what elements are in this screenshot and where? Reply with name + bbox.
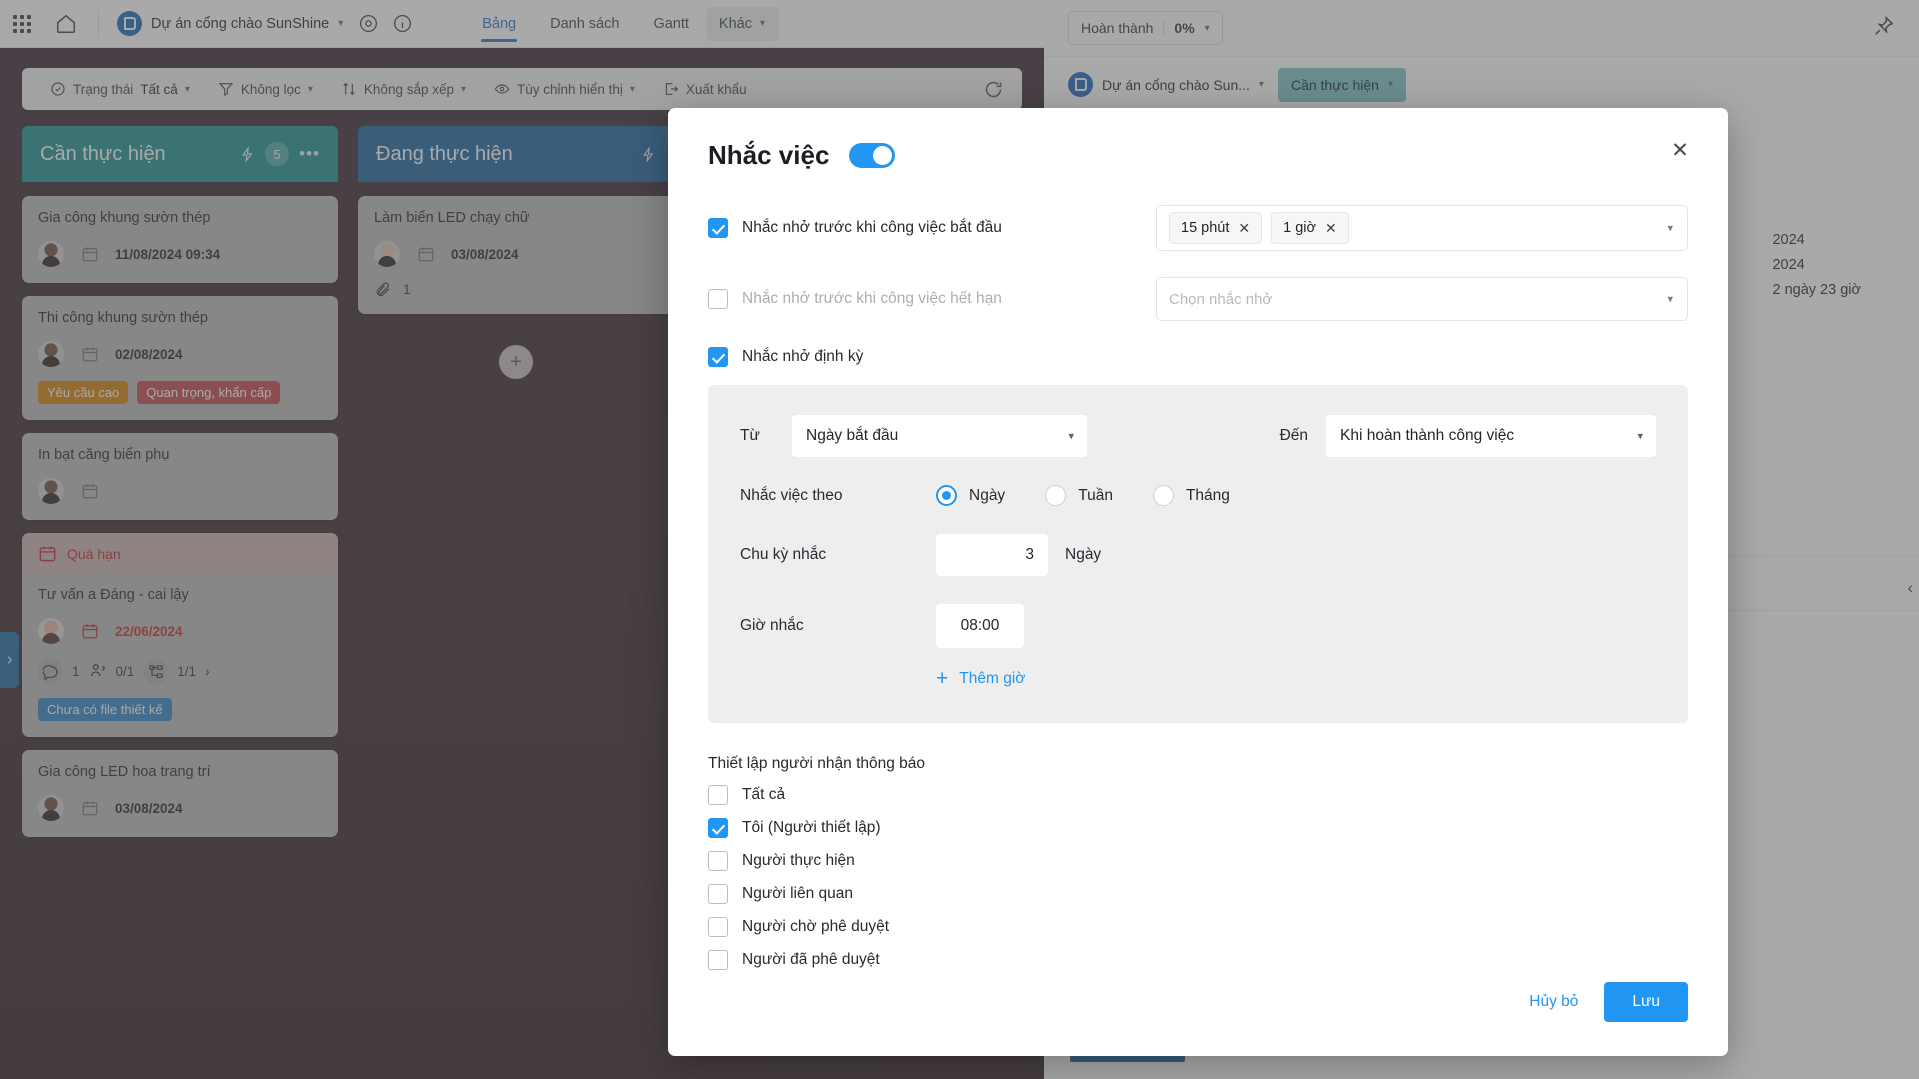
reminder-chip[interactable]: 1 giờ ✕ (1271, 212, 1349, 244)
recurring-reminder-label: Nhắc nhở định kỳ (742, 348, 864, 365)
radio-button[interactable] (1152, 485, 1174, 506)
recipient-option-related[interactable]: Người liên quan (708, 884, 1688, 904)
chevron-down-icon: ▾ (1068, 430, 1074, 443)
radio-label: Tháng (1185, 486, 1230, 504)
screen: Dự án cổng chào SunShine ▾ Bảng Danh sác… (0, 0, 1919, 1079)
reminder-before-due-toggle[interactable]: Nhắc nhở trước khi công việc hết hạn (708, 289, 1108, 309)
reminder-time-row: Giờ nhắc (740, 604, 1656, 648)
recipient-label: Tất cả (742, 786, 786, 803)
save-button[interactable]: Lưu (1604, 982, 1688, 1022)
reminder-chip-label: 1 giờ (1283, 220, 1317, 236)
reminder-before-start-toggle[interactable]: Nhắc nhở trước khi công việc bắt đầu (708, 218, 1108, 238)
reminder-modal: Nhắc việc ✕ Nhắc nhở trước khi công việc… (668, 108, 1728, 1056)
recurrence-range-row: Từ Ngày bắt đầu ▾ Đến Khi hoàn thành côn… (740, 415, 1656, 457)
checkbox[interactable] (708, 884, 728, 904)
recipient-label: Người thực hiện (742, 852, 855, 869)
close-icon[interactable]: ✕ (1666, 136, 1694, 164)
repeat-unit-row: Nhắc việc theo Ngày Tuần Tháng (740, 485, 1656, 506)
cycle-row: Chu kỳ nhắc Ngày (740, 534, 1656, 576)
recipient-label: Người liên quan (742, 885, 854, 902)
reminder-before-due-select[interactable]: Chọn nhắc nhở ▾ (1156, 277, 1688, 321)
modal-header: Nhắc việc ✕ (668, 108, 1728, 171)
recipient-option-approved[interactable]: Người đã phê duyệt (708, 950, 1688, 970)
modal-footer: Hủy bỏ Lưu (668, 982, 1728, 1056)
checkbox[interactable] (708, 917, 728, 937)
reminder-before-due-row: Nhắc nhở trước khi công việc hết hạn Chọ… (708, 277, 1688, 321)
add-time-label: Thêm giờ (959, 669, 1026, 687)
cycle-unit-label: Ngày (1065, 546, 1102, 563)
recipients-list: Tất cả Tôi (Người thiết lập) Người thực … (708, 785, 1688, 970)
modal-title: Nhắc việc (708, 140, 830, 170)
modal-body: Nhắc nhở trước khi công việc bắt đầu 15 … (668, 171, 1728, 982)
radio-option-week[interactable]: Tuần (1045, 485, 1113, 506)
checkbox[interactable] (708, 218, 728, 238)
repeat-by-label: Nhắc việc theo (740, 486, 843, 504)
checkbox[interactable] (708, 785, 728, 805)
time-label: Giờ nhắc (740, 617, 804, 634)
remove-chip-icon[interactable]: ✕ (1238, 220, 1250, 237)
recipient-label: Người đã phê duyệt (742, 951, 880, 968)
recurring-settings-panel: Từ Ngày bắt đầu ▾ Đến Khi hoàn thành côn… (708, 385, 1688, 723)
from-value: Ngày bắt đầu (806, 427, 899, 444)
recipient-label: Tôi (Người thiết lập) (742, 819, 881, 836)
recurring-reminder-toggle[interactable]: Nhắc nhở định kỳ (708, 347, 1688, 367)
radio-button[interactable] (936, 485, 957, 506)
remove-chip-icon[interactable]: ✕ (1325, 220, 1337, 237)
chevron-down-icon: ▾ (1667, 293, 1673, 306)
reminder-before-start-label: Nhắc nhở trước khi công việc bắt đầu (742, 219, 1002, 236)
recipient-label: Người chờ phê duyệt (742, 918, 890, 935)
radio-option-month[interactable]: Tháng (1152, 485, 1230, 506)
chevron-down-icon: ▾ (1637, 430, 1643, 443)
to-value: Khi hoàn thành công việc (1340, 427, 1515, 444)
chevron-down-icon: ▾ (1667, 222, 1673, 235)
checkbox[interactable] (708, 950, 728, 970)
recipient-option-me[interactable]: Tôi (Người thiết lập) (708, 818, 1688, 838)
cancel-button[interactable]: Hủy bỏ (1513, 983, 1594, 1021)
cycle-label: Chu kỳ nhắc (740, 546, 827, 563)
reminder-before-due-label: Nhắc nhở trước khi công việc hết hạn (742, 290, 1002, 307)
time-input[interactable] (936, 604, 1024, 648)
checkbox[interactable] (708, 818, 728, 838)
plus-icon: + (936, 667, 949, 690)
reminder-before-start-row: Nhắc nhở trước khi công việc bắt đầu 15 … (708, 205, 1688, 251)
cycle-input[interactable] (936, 534, 1048, 576)
from-dropdown[interactable]: Ngày bắt đầu ▾ (792, 415, 1087, 457)
reminder-chip-label: 15 phút (1181, 220, 1230, 236)
repeat-unit-options: Ngày Tuần Tháng (936, 485, 1270, 506)
radio-label: Tuần (1078, 486, 1113, 504)
from-label: Từ (740, 427, 760, 444)
recipient-option-all[interactable]: Tất cả (708, 785, 1688, 805)
to-dropdown[interactable]: Khi hoàn thành công việc ▾ (1326, 415, 1656, 457)
recipients-title: Thiết lập người nhận thông báo (708, 755, 926, 772)
reminder-before-due-placeholder: Chọn nhắc nhở (1169, 290, 1273, 308)
radio-button[interactable] (1045, 485, 1067, 506)
to-label: Đến (1279, 427, 1308, 444)
reminder-before-start-select[interactable]: 15 phút ✕ 1 giờ ✕ ▾ (1156, 205, 1688, 251)
recipient-option-assignee[interactable]: Người thực hiện (708, 851, 1688, 871)
radio-option-day[interactable]: Ngày (936, 485, 1005, 506)
checkbox[interactable] (708, 347, 728, 367)
checkbox[interactable] (708, 289, 728, 309)
radio-label: Ngày (969, 486, 1006, 504)
reminder-chip[interactable]: 15 phút ✕ (1169, 212, 1263, 244)
reminder-enable-toggle[interactable] (849, 143, 896, 168)
recipient-option-pending-approver[interactable]: Người chờ phê duyệt (708, 917, 1688, 937)
add-time-button[interactable]: + Thêm giờ (936, 668, 1656, 689)
checkbox[interactable] (708, 851, 728, 871)
